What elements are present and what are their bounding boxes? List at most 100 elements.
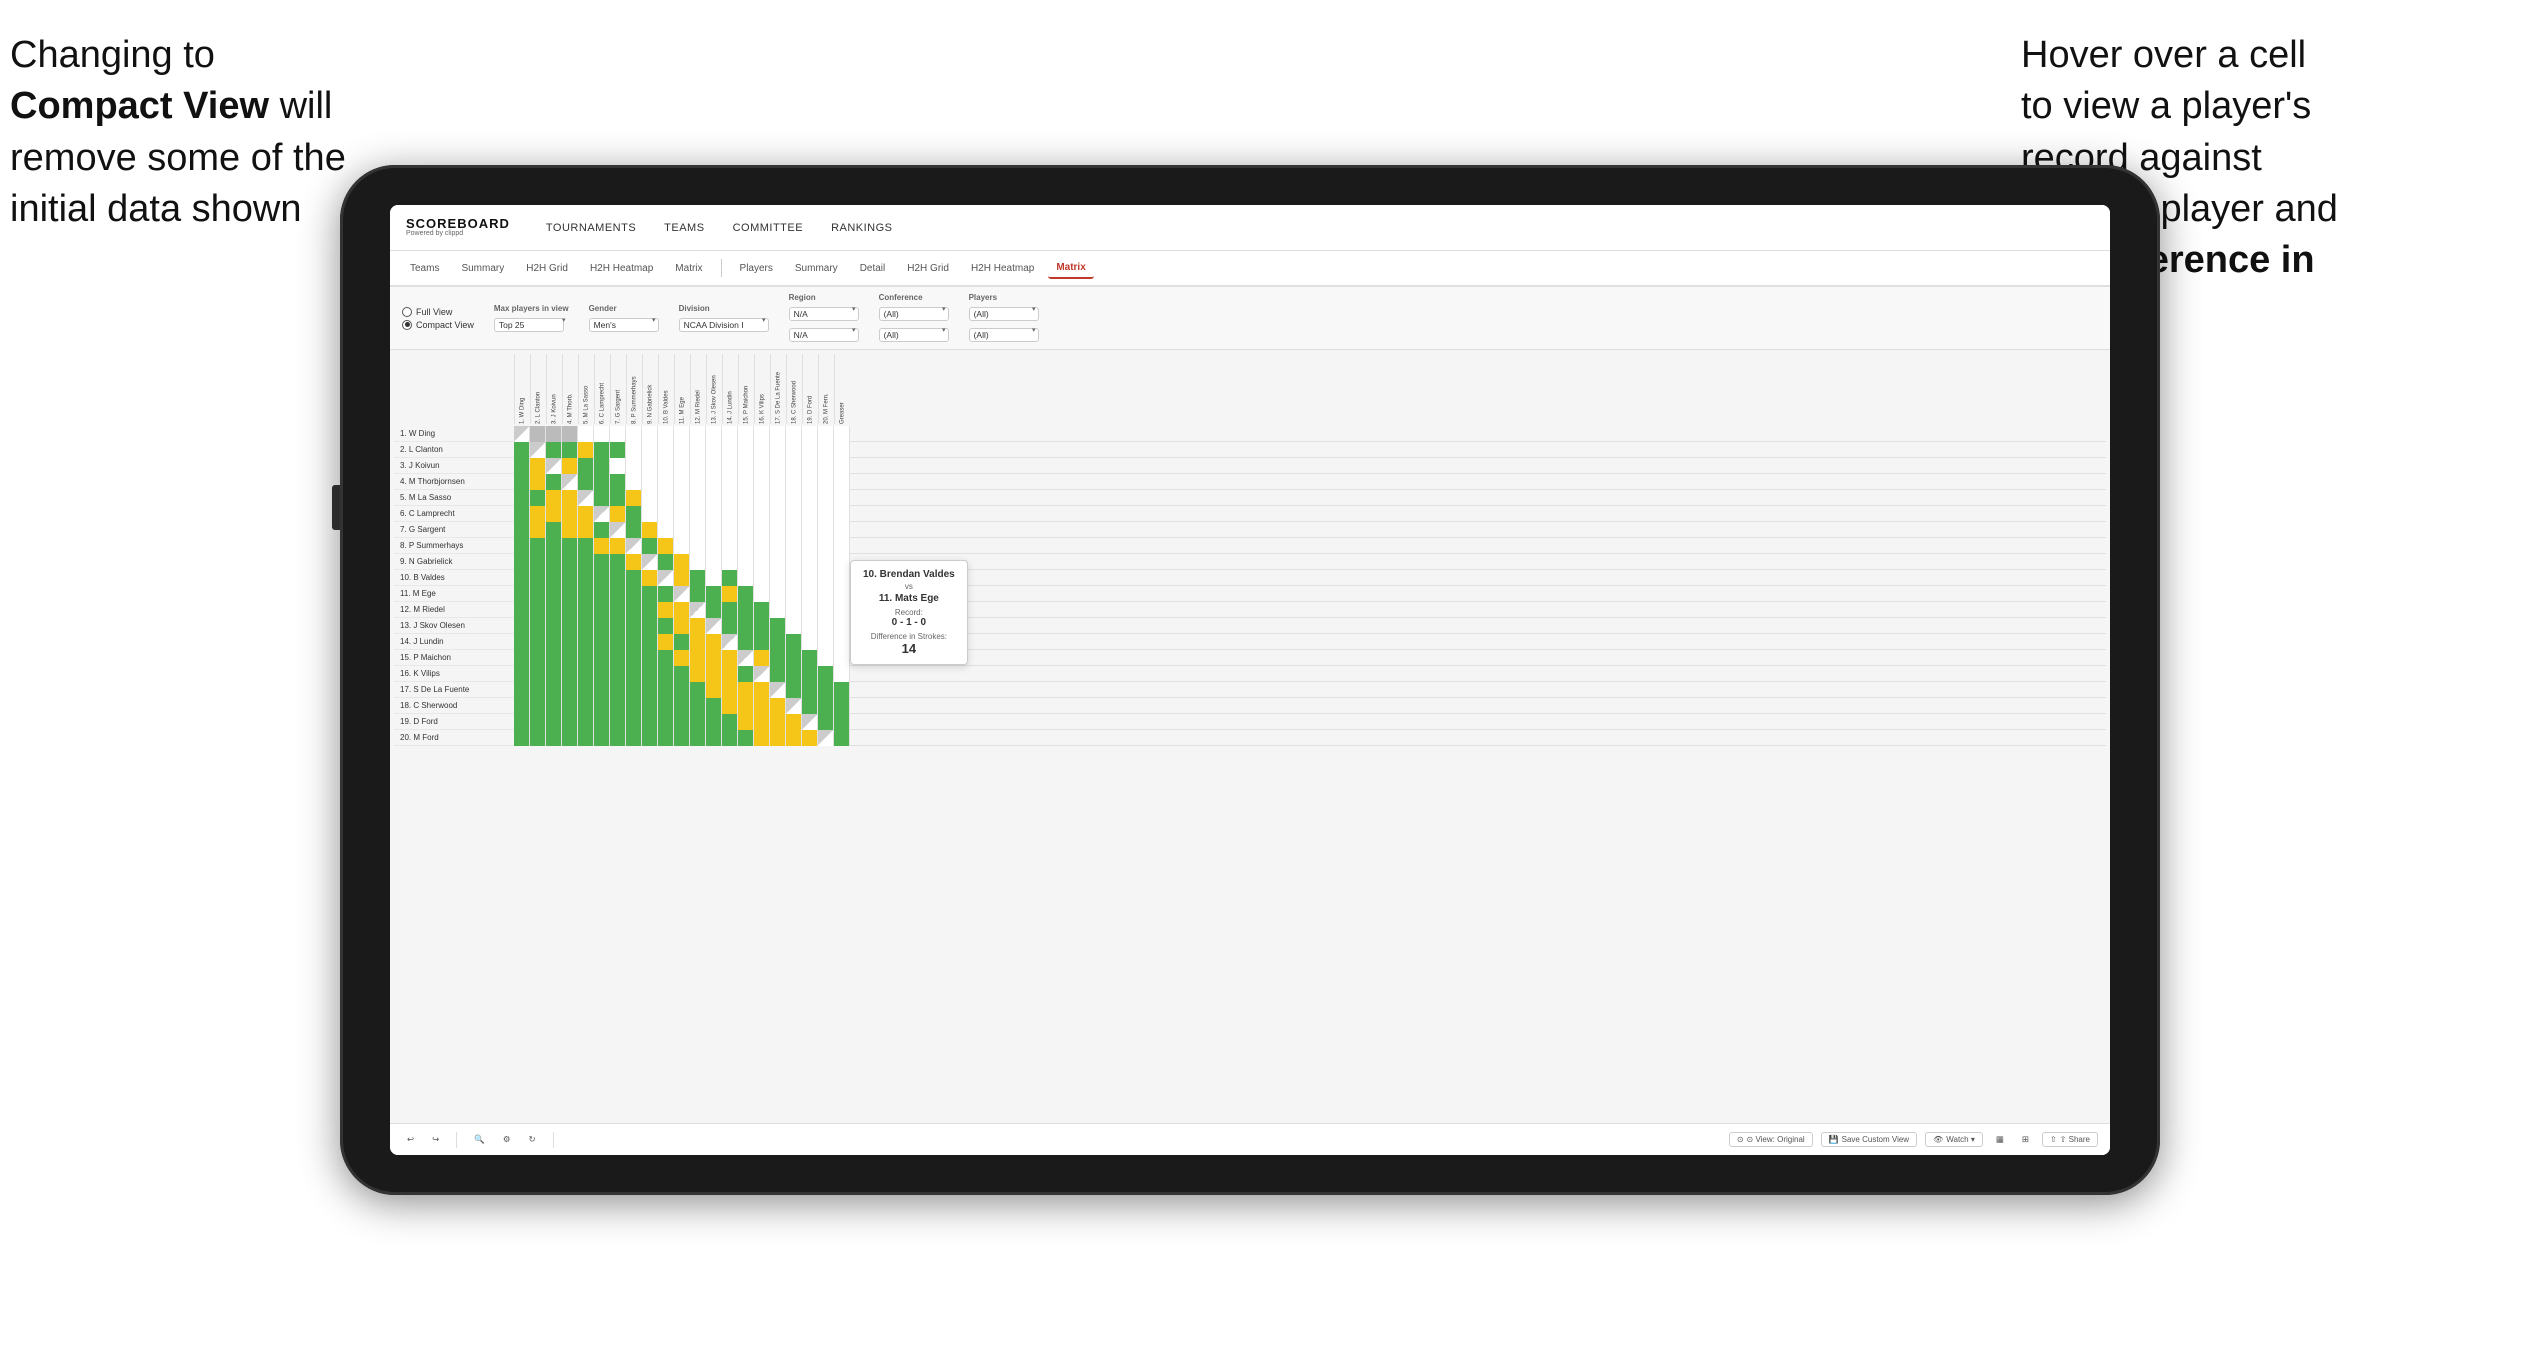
compact-view-radio[interactable]: Compact View: [402, 320, 474, 330]
matrix-cell-5-17[interactable]: [770, 490, 786, 506]
matrix-cell-3-6[interactable]: [594, 458, 610, 474]
matrix-cell-9-3[interactable]: [546, 554, 562, 570]
matrix-cell-3-8[interactable]: [626, 458, 642, 474]
matrix-cell-4-1[interactable]: [514, 474, 530, 490]
matrix-cell-5-8[interactable]: [626, 490, 642, 506]
redo-btn[interactable]: ↪: [427, 1132, 444, 1147]
matrix-cell-8-7[interactable]: [610, 538, 626, 554]
matrix-cell-9-5[interactable]: [578, 554, 594, 570]
matrix-cell-5-10[interactable]: [658, 490, 674, 506]
matrix-cell-1-18[interactable]: [786, 426, 802, 442]
matrix-cell-12-21[interactable]: [834, 602, 850, 618]
matrix-cell-10-19[interactable]: [802, 570, 818, 586]
matrix-cell-4-16[interactable]: [754, 474, 770, 490]
matrix-cell-6-8[interactable]: [626, 506, 642, 522]
matrix-cell-12-8[interactable]: [626, 602, 642, 618]
matrix-cell-9-8[interactable]: [626, 554, 642, 570]
matrix-cell-2-15[interactable]: [738, 442, 754, 458]
matrix-cell-5-14[interactable]: [722, 490, 738, 506]
matrix-cell-2-17[interactable]: [770, 442, 786, 458]
matrix-cell-4-19[interactable]: [802, 474, 818, 490]
matrix-cell-8-13[interactable]: [706, 538, 722, 554]
matrix-cell-14-21[interactable]: [834, 634, 850, 650]
matrix-cell-9-15[interactable]: [738, 554, 754, 570]
matrix-cell-20-20[interactable]: [818, 730, 834, 746]
matrix-cell-11-10[interactable]: [658, 586, 674, 602]
matrix-cell-10-17[interactable]: [770, 570, 786, 586]
tab-h2h-heatmap-2[interactable]: H2H Heatmap: [963, 259, 1042, 278]
matrix-cell-9-16[interactable]: [754, 554, 770, 570]
matrix-cell-1-4[interactable]: [562, 426, 578, 442]
matrix-cell-19-16[interactable]: [754, 714, 770, 730]
matrix-cell-2-3[interactable]: [546, 442, 562, 458]
matrix-cell-15-18[interactable]: [786, 650, 802, 666]
matrix-cell-9-17[interactable]: [770, 554, 786, 570]
matrix-cell-4-10[interactable]: [658, 474, 674, 490]
matrix-cell-20-16[interactable]: [754, 730, 770, 746]
matrix-cell-14-10[interactable]: [658, 634, 674, 650]
matrix-cell-18-5[interactable]: [578, 698, 594, 714]
matrix-cell-20-3[interactable]: [546, 730, 562, 746]
matrix-cell-10-3[interactable]: [546, 570, 562, 586]
matrix-cell-1-8[interactable]: [626, 426, 642, 442]
matrix-cell-7-11[interactable]: [674, 522, 690, 538]
matrix-cell-18-2[interactable]: [530, 698, 546, 714]
settings-btn[interactable]: ⚙: [498, 1132, 516, 1147]
matrix-cell-13-3[interactable]: [546, 618, 562, 634]
matrix-cell-1-10[interactable]: [658, 426, 674, 442]
matrix-cell-11-9[interactable]: [642, 586, 658, 602]
matrix-cell-4-6[interactable]: [594, 474, 610, 490]
matrix-cell-5-12[interactable]: [690, 490, 706, 506]
matrix-cell-12-9[interactable]: [642, 602, 658, 618]
matrix-cell-3-13[interactable]: [706, 458, 722, 474]
matrix-cell-14-16[interactable]: [754, 634, 770, 650]
tab-teams[interactable]: Teams: [402, 259, 447, 278]
matrix-cell-7-12[interactable]: [690, 522, 706, 538]
matrix-cell-11-4[interactable]: [562, 586, 578, 602]
matrix-cell-18-10[interactable]: [658, 698, 674, 714]
matrix-cell-2-9[interactable]: [642, 442, 658, 458]
matrix-cell-2-12[interactable]: [690, 442, 706, 458]
matrix-cell-1-1[interactable]: [514, 426, 530, 442]
matrix-cell-9-19[interactable]: [802, 554, 818, 570]
matrix-cell-19-13[interactable]: [706, 714, 722, 730]
matrix-cell-10-15[interactable]: [738, 570, 754, 586]
matrix-cell-17-9[interactable]: [642, 682, 658, 698]
matrix-cell-17-12[interactable]: [690, 682, 706, 698]
matrix-cell-9-13[interactable]: [706, 554, 722, 570]
matrix-cell-19-3[interactable]: [546, 714, 562, 730]
matrix-cell-7-8[interactable]: [626, 522, 642, 538]
matrix-cell-8-17[interactable]: [770, 538, 786, 554]
share-btn[interactable]: ⇧ ⇧ Share: [2042, 1132, 2098, 1147]
matrix-cell-7-2[interactable]: [530, 522, 546, 538]
matrix-cell-10-5[interactable]: [578, 570, 594, 586]
matrix-cell-16-19[interactable]: [802, 666, 818, 682]
matrix-cell-6-15[interactable]: [738, 506, 754, 522]
matrix-cell-15-12[interactable]: [690, 650, 706, 666]
matrix-cell-14-9[interactable]: [642, 634, 658, 650]
matrix-cell-4-7[interactable]: [610, 474, 626, 490]
matrix-cell-18-16[interactable]: [754, 698, 770, 714]
matrix-cell-12-2[interactable]: [530, 602, 546, 618]
matrix-cell-8-18[interactable]: [786, 538, 802, 554]
matrix-cell-17-8[interactable]: [626, 682, 642, 698]
matrix-cell-17-16[interactable]: [754, 682, 770, 698]
matrix-cell-7-18[interactable]: [786, 522, 802, 538]
max-players-select[interactable]: Top 25: [494, 318, 564, 332]
matrix-cell-5-13[interactable]: [706, 490, 722, 506]
matrix-cell-16-12[interactable]: [690, 666, 706, 682]
matrix-cell-6-13[interactable]: [706, 506, 722, 522]
full-view-radio[interactable]: Full View: [402, 307, 474, 317]
matrix-cell-17-6[interactable]: [594, 682, 610, 698]
matrix-cell-8-4[interactable]: [562, 538, 578, 554]
matrix-cell-16-16[interactable]: [754, 666, 770, 682]
matrix-cell-13-11[interactable]: [674, 618, 690, 634]
matrix-cell-17-7[interactable]: [610, 682, 626, 698]
matrix-cell-2-7[interactable]: [610, 442, 626, 458]
matrix-cell-12-18[interactable]: [786, 602, 802, 618]
matrix-cell-15-5[interactable]: [578, 650, 594, 666]
matrix-cell-18-11[interactable]: [674, 698, 690, 714]
matrix-cell-10-20[interactable]: [818, 570, 834, 586]
matrix-cell-18-14[interactable]: [722, 698, 738, 714]
undo-btn[interactable]: ↩: [402, 1132, 419, 1147]
